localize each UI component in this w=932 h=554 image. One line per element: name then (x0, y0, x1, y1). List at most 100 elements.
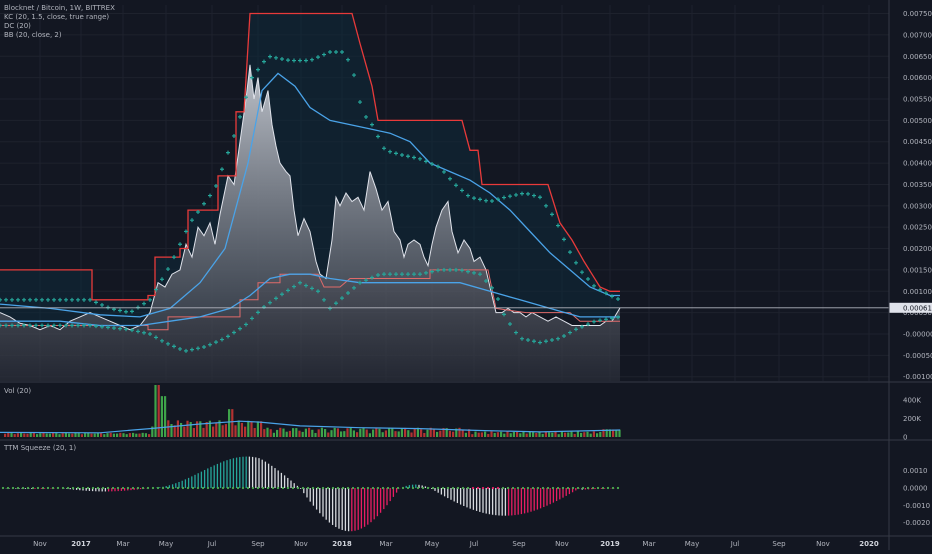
vol-bar (96, 432, 99, 437)
ttm-squeeze-dot (281, 486, 285, 490)
vol-bar (458, 427, 461, 437)
ttm-squeeze-dot (121, 486, 125, 490)
ttm-title: TTM Squeeze (20, 1) (4, 444, 77, 452)
vol-bar (413, 428, 416, 437)
vol-bar (592, 431, 595, 437)
bb-legend[interactable]: BB (20, close, 2) (4, 31, 115, 40)
ttm-squeeze-dot (6, 486, 10, 490)
x-axis-tick-label: May (685, 540, 699, 548)
ttm-squeeze-dot (516, 486, 520, 490)
ttm-squeeze-dot (501, 486, 505, 490)
ttm-legend[interactable]: TTM Squeeze (20, 1) (4, 444, 76, 453)
vol-bar (324, 428, 327, 437)
x-axis-tick-label: 2020 (859, 540, 879, 548)
ttm-squeeze-dot (46, 486, 50, 490)
series-bb-upper-mark (178, 242, 182, 247)
vol-bar (503, 433, 506, 437)
dc-legend[interactable]: DC (20) (4, 22, 115, 31)
x-axis-tick-label: Sep (512, 540, 526, 548)
vol-bar (148, 434, 151, 437)
ttm-squeeze-dot (286, 486, 290, 490)
ttm-squeeze-dot (521, 486, 525, 490)
vol-bar (74, 432, 77, 437)
vol-bar (224, 424, 227, 437)
vol-bar (359, 428, 362, 437)
vol-axis-tick-label: 400K (903, 396, 921, 404)
vol-bar (10, 433, 13, 437)
ttm-squeeze-dot (296, 486, 300, 490)
vol-bar (365, 429, 368, 437)
ttm-squeeze-dot (381, 486, 385, 490)
vol-bar (432, 428, 435, 437)
vol-bar (173, 425, 176, 437)
vol-bar (119, 432, 122, 437)
ttm-squeeze-dot (451, 486, 455, 490)
ttm-squeeze-dot (496, 486, 500, 490)
ttm-squeeze-dot (436, 486, 440, 490)
ttm-axis-tick-label: 0.0000 (903, 485, 928, 493)
vol-bar (250, 422, 253, 437)
vol-bar (58, 434, 61, 437)
series-bb-upper-mark (202, 201, 206, 206)
vol-bar (474, 431, 477, 437)
ttm-squeeze-dot (81, 486, 85, 490)
vol-bar (340, 431, 343, 437)
ttm-squeeze-dot (446, 486, 450, 490)
vol-bar (567, 432, 570, 437)
ttm-squeeze-dot (16, 486, 20, 490)
vol-bar (314, 432, 317, 437)
vol-bar (282, 428, 285, 437)
ttm-squeeze-dot (181, 486, 185, 490)
main-legend: Blocknet / Bitcoin, 1W, BITTREX KC (20, … (4, 4, 115, 40)
ttm-squeeze-dot (266, 486, 270, 490)
y-axis-tick-label: 0.0025000 (903, 224, 932, 232)
vol-bar (32, 433, 35, 437)
vol-bar (144, 433, 147, 437)
vol-bar (557, 434, 560, 437)
ttm-squeeze-dot (236, 486, 240, 490)
symbol-title: Blocknet / Bitcoin, 1W, BITTREX (4, 4, 115, 12)
vol-legend[interactable]: Vol (20) (4, 387, 31, 396)
ttm-squeeze-dot (361, 486, 365, 490)
ttm-squeeze-dot (56, 486, 60, 490)
vol-bar (122, 433, 125, 437)
vol-bar (589, 433, 592, 437)
vol-bar (157, 385, 160, 437)
x-axis-tick-label: Mar (379, 540, 392, 548)
ttm-squeeze-dot (106, 486, 110, 490)
ttm-squeeze-dot (301, 486, 305, 490)
vol-bar (71, 433, 74, 437)
vol-bar (362, 427, 365, 437)
vol-bar (221, 425, 224, 437)
vol-bar (407, 430, 410, 437)
vol-bar (292, 428, 295, 437)
vol-bar (234, 425, 237, 437)
y-axis-tick-label: 0.0050000 (903, 117, 932, 125)
ttm-squeeze-dot (541, 486, 545, 490)
vol-bar (256, 421, 259, 437)
vol-bar (378, 428, 381, 437)
vol-bar (260, 421, 263, 437)
vol-bar (388, 427, 391, 437)
vol-bar (4, 433, 7, 437)
vol-bar (599, 431, 602, 437)
vol-bar (448, 430, 451, 437)
kc-legend[interactable]: KC (20, 1.5, close, true range) (4, 13, 115, 22)
ttm-squeeze-dot (311, 486, 315, 490)
y-axis-tick-label: 0.0045000 (903, 138, 932, 146)
ttm-squeeze-dot (126, 486, 130, 490)
ttm-squeeze-dot (561, 486, 565, 490)
chart-svg[interactable]: 0.0075000 0.0070000 0.0065000 0.0060000 0.00… (0, 0, 932, 550)
vol-bar (596, 433, 599, 437)
vol-bar (279, 427, 282, 437)
vol-bar (493, 432, 496, 437)
ttm-squeeze-dot (596, 486, 600, 490)
chart-root[interactable]: 0.0075000 0.0070000 0.0065000 0.0060000 0.00… (0, 0, 932, 554)
ttm-squeeze-dot (246, 486, 250, 490)
ttm-squeeze-dot (331, 486, 335, 490)
vol-bar (375, 427, 378, 437)
ttm-squeeze-dot (241, 486, 245, 490)
vol-bar (400, 428, 403, 437)
vol-bar (336, 428, 339, 437)
x-axis-tick-label: 2019 (600, 540, 620, 548)
